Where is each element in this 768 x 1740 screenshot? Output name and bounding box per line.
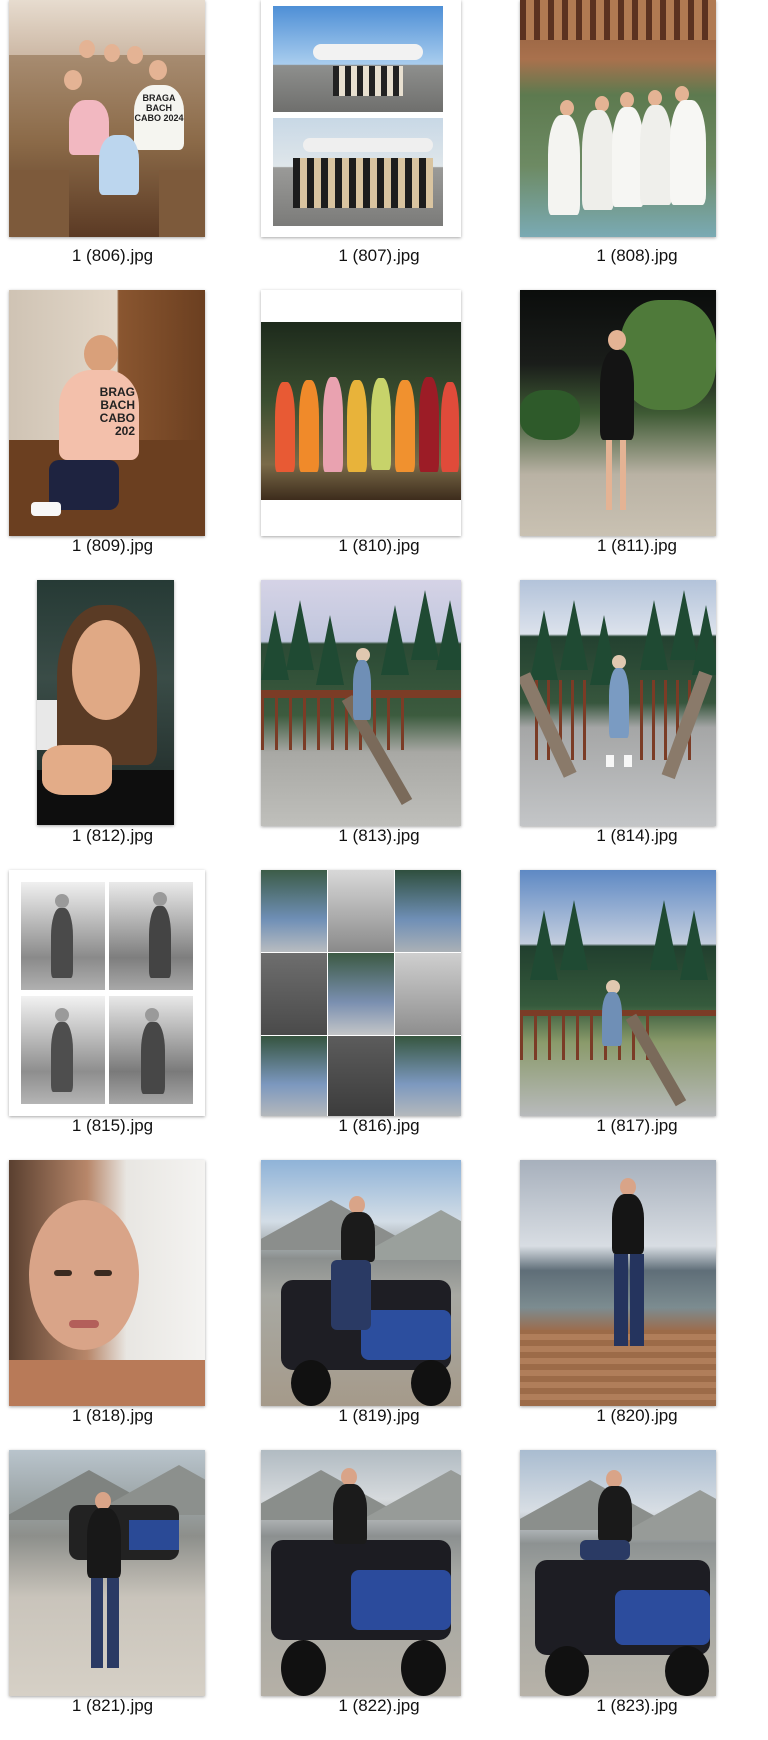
file-item[interactable]: 1 (822).jpg [256,1450,512,1740]
file-name[interactable]: 1 (819).jpg [266,1406,492,1426]
thumbnail-image[interactable] [9,870,205,1116]
hoodie-text: BRAGA BACH CABO 2024 [134,93,184,123]
thumbnail-frame[interactable] [261,1160,462,1406]
thumbnail-image[interactable] [520,1450,716,1696]
thumbnail-image[interactable] [261,1160,461,1406]
file-name[interactable]: 1 (815).jpg [0,1116,225,1136]
file-name[interactable]: 1 (818).jpg [0,1406,225,1426]
thumbnail-image[interactable] [520,580,716,826]
file-name[interactable]: 1 (814).jpg [524,826,750,846]
file-name[interactable]: 1 (816).jpg [266,1116,492,1136]
thumbnail-frame[interactable] [261,580,462,826]
file-item[interactable]: 1 (820).jpg [512,1160,768,1450]
thumbnail-frame[interactable] [520,0,716,243]
file-item[interactable]: 1 (821).jpg [0,1450,256,1740]
thumbnail-image[interactable] [9,1160,205,1406]
file-item[interactable]: 1 (812).jpg [0,580,256,870]
file-item[interactable]: 1 (814).jpg [512,580,768,870]
thumbnail-frame[interactable] [261,870,462,1116]
file-item[interactable]: 1 (823).jpg [512,1450,768,1740]
file-name[interactable]: 1 (817).jpg [524,1116,750,1136]
thumbnail-image[interactable] [520,0,716,237]
file-name[interactable]: 1 (821).jpg [0,1696,225,1716]
file-name[interactable]: 1 (813).jpg [266,826,492,846]
file-item[interactable]: BRAG BACH CABO 202 1 (809).jpg [0,290,256,580]
thumbnail-image[interactable]: BRAGA BACH CABO 2024 [9,0,205,237]
file-item[interactable]: 1 (817).jpg [512,870,768,1160]
thumbnail-frame[interactable] [9,1450,205,1696]
thumbnail-frame[interactable] [520,1160,716,1406]
thumbnail-image[interactable] [261,290,461,536]
file-item[interactable]: 1 (815).jpg [0,870,256,1160]
thumbnail-image[interactable] [520,290,716,536]
thumbnail-image[interactable] [261,870,461,1116]
file-item[interactable]: 1 (816).jpg [256,870,512,1160]
thumbnail-image[interactable]: BRAG BACH CABO 202 [9,290,205,536]
file-name[interactable]: 1 (806).jpg [0,246,225,266]
file-name[interactable]: 1 (807).jpg [266,246,492,266]
file-item[interactable]: 1 (807).jpg [256,0,512,290]
thumbnail-frame[interactable] [261,0,462,243]
thumbnail-frame[interactable] [261,1450,462,1696]
thumbnail-frame[interactable] [9,1160,205,1406]
file-name[interactable]: 1 (812).jpg [0,826,225,846]
thumbnail-frame[interactable] [520,290,716,536]
file-name[interactable]: 1 (820).jpg [524,1406,750,1426]
file-name[interactable]: 1 (808).jpg [524,246,750,266]
thumbnail-image[interactable] [261,580,461,826]
file-item[interactable]: 1 (818).jpg [0,1160,256,1450]
thumbnail-image[interactable] [37,580,174,825]
file-name[interactable]: 1 (811).jpg [524,536,750,556]
hoodie-text: BRAG BACH CABO 202 [99,385,135,438]
thumbnail-frame[interactable] [261,290,462,536]
thumbnail-frame[interactable] [520,870,716,1116]
file-name[interactable]: 1 (823).jpg [524,1696,750,1716]
thumbnail-frame[interactable]: BRAGA BACH CABO 2024 [9,0,205,243]
file-item[interactable]: 1 (813).jpg [256,580,512,870]
thumbnail-image[interactable] [261,0,461,237]
file-name[interactable]: 1 (810).jpg [266,536,492,556]
thumbnail-image[interactable] [520,870,716,1116]
file-name[interactable]: 1 (822).jpg [266,1696,492,1716]
file-name[interactable]: 1 (809).jpg [0,536,225,556]
thumbnail-frame[interactable] [9,580,205,825]
thumbnail-image[interactable] [261,1450,461,1696]
file-item[interactable]: 1 (811).jpg [512,290,768,580]
file-item[interactable]: BRAGA BACH CABO 2024 1 (806).jpg [0,0,256,290]
file-item[interactable]: 1 (810).jpg [256,290,512,580]
file-item[interactable]: 1 (819).jpg [256,1160,512,1450]
file-item[interactable]: 1 (808).jpg [512,0,768,290]
thumbnail-frame[interactable] [520,1450,716,1696]
thumbnail-frame[interactable]: BRAG BACH CABO 202 [9,290,205,536]
thumbnail-image[interactable] [9,1450,205,1696]
file-grid: BRAGA BACH CABO 2024 1 (806).jpg 1 (807)… [0,0,768,1715]
thumbnail-frame[interactable] [9,870,205,1116]
thumbnail-frame[interactable] [520,580,716,826]
thumbnail-image[interactable] [520,1160,716,1406]
